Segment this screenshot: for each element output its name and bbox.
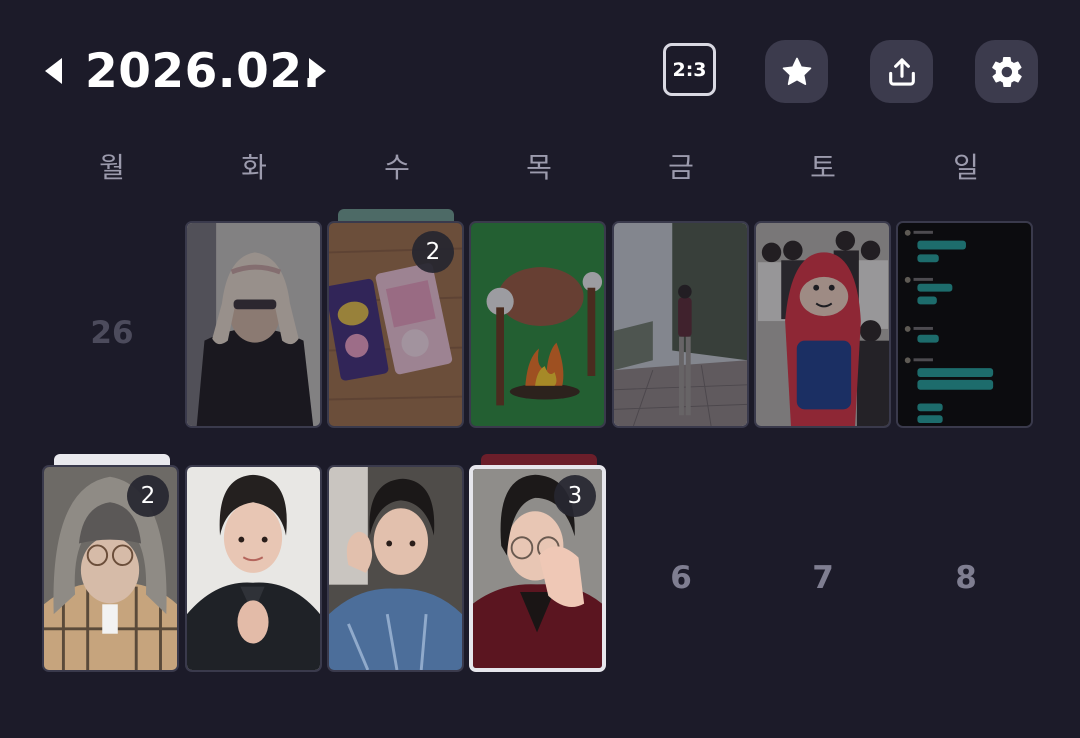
aspect-ratio-label: 2:3: [672, 58, 707, 81]
photo-count-badge: 3: [554, 475, 596, 517]
photo-thumbnail: [187, 223, 320, 426]
star-icon: [782, 57, 811, 85]
aspect-ratio-button[interactable]: 2:3: [663, 43, 716, 96]
day-cell-sun-w1[interactable]: [896, 221, 1033, 428]
settings-button[interactable]: [975, 40, 1038, 103]
photo-thumbnail: [756, 223, 889, 426]
weekday-sun: 일: [953, 151, 979, 184]
day-cell-tue-w2[interactable]: [185, 465, 322, 672]
day-cell-wed-w2[interactable]: [327, 465, 464, 672]
photo-thumbnail: [471, 223, 604, 426]
day-cell-thu-w2-selected[interactable]: 3: [469, 465, 606, 672]
share-icon: [888, 57, 915, 86]
month-title: 2026.02.: [85, 44, 321, 99]
photo-thumbnail: [898, 223, 1031, 426]
day-cell-tue-w1[interactable]: [185, 221, 322, 428]
day-cell-thu-w1[interactable]: [469, 221, 606, 428]
day-cell-sat-w1[interactable]: [754, 221, 891, 428]
photo-thumbnail: [187, 467, 320, 670]
prev-month-button[interactable]: [38, 51, 68, 91]
weekday-mon: 월: [99, 151, 125, 184]
favorites-button[interactable]: [765, 40, 828, 103]
weekday-thu: 목: [526, 151, 552, 184]
stack-indicator: [338, 209, 454, 221]
share-button[interactable]: [870, 40, 933, 103]
photo-count-badge: 2: [127, 475, 169, 517]
day-cell-fri-w1[interactable]: [612, 221, 749, 428]
photo-thumbnail: [614, 223, 747, 426]
weekday-sat: 토: [810, 151, 836, 184]
weekday-fri: 금: [668, 151, 694, 184]
photo-count-badge: 2: [412, 231, 454, 273]
day-6[interactable]: 6: [641, 558, 721, 598]
gear-icon: [991, 56, 1022, 87]
day-cell-mon-w2[interactable]: 2: [42, 465, 179, 672]
day-8[interactable]: 8: [926, 558, 1006, 598]
weekday-tue: 화: [241, 151, 267, 184]
caret-left-icon: [45, 58, 62, 84]
next-month-button[interactable]: [302, 51, 332, 91]
weekday-wed: 수: [384, 151, 410, 184]
photo-thumbnail: [329, 467, 462, 670]
day-26[interactable]: 26: [72, 313, 152, 353]
caret-right-icon: [309, 58, 326, 84]
day-7[interactable]: 7: [783, 558, 863, 598]
day-cell-wed-w1[interactable]: 2: [327, 221, 464, 428]
